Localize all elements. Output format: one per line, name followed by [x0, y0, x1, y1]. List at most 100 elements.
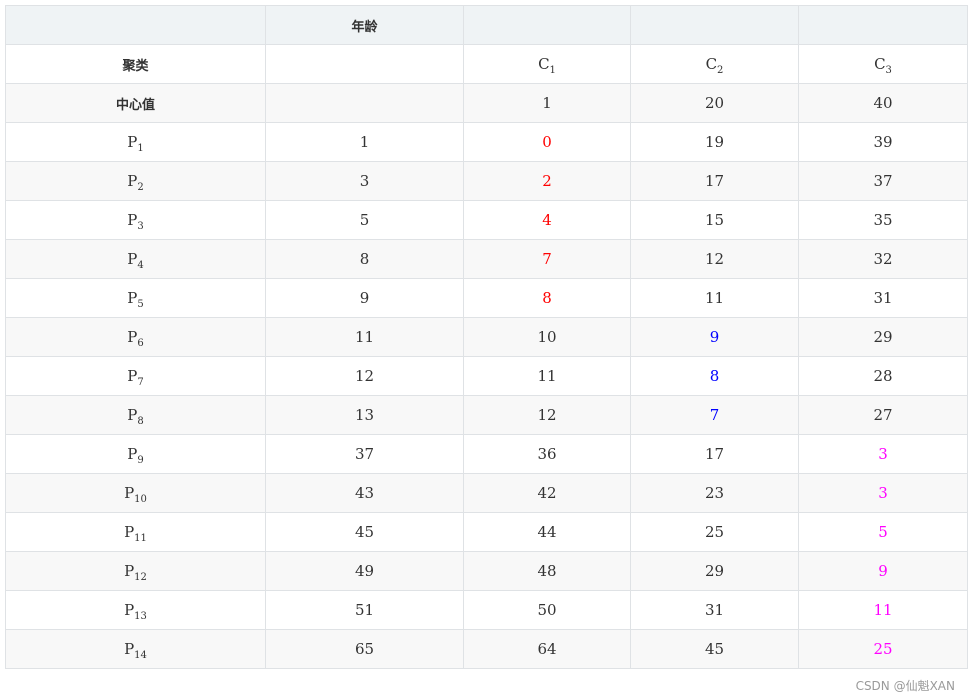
center-cell-c2: 20 — [630, 83, 799, 123]
distance-cell-c3: 32 — [798, 239, 968, 279]
distance-cell-c2: 23 — [630, 473, 799, 513]
point-label: P4 — [5, 239, 266, 279]
age-cell: 13 — [265, 395, 464, 435]
table-row: P5 9 8 11 31 — [5, 278, 968, 318]
distance-cell-c2: 17 — [630, 161, 799, 201]
age-cell: 37 — [265, 434, 464, 474]
distance-cell-c2: 9 — [630, 317, 799, 357]
distance-cell-c1: 36 — [463, 434, 631, 474]
center-cell-c3: 40 — [798, 83, 968, 123]
age-cell: 49 — [265, 551, 464, 591]
distance-cell-c3: 31 — [798, 278, 968, 318]
age-cell: 8 — [265, 239, 464, 279]
distance-cell-c1: 50 — [463, 590, 631, 630]
table-row: P1 1 0 19 39 — [5, 122, 968, 162]
age-cell: 11 — [265, 317, 464, 357]
distance-cell-c3: 3 — [798, 473, 968, 513]
cluster-cell-c1: C1 — [463, 44, 631, 84]
distance-cell-c3: 5 — [798, 512, 968, 552]
point-label: P9 — [5, 434, 266, 474]
distance-cell-c2: 15 — [630, 200, 799, 240]
header-cell-age: 年龄 — [265, 5, 464, 45]
distance-cell-c3: 28 — [798, 356, 968, 396]
age-cell: 1 — [265, 122, 464, 162]
watermark: CSDN @仙魁XAN — [855, 679, 955, 693]
distance-cell-c3: 35 — [798, 200, 968, 240]
cluster-cell — [265, 44, 464, 84]
header-cell — [798, 5, 968, 45]
distance-cell-c1: 42 — [463, 473, 631, 513]
cluster-cell-c3: C3 — [798, 44, 968, 84]
point-label: P11 — [5, 512, 266, 552]
point-label: P12 — [5, 551, 266, 591]
age-cell: 65 — [265, 629, 464, 669]
distance-cell-c1: 0 — [463, 122, 631, 162]
distance-cell-c2: 31 — [630, 590, 799, 630]
distance-cell-c1: 4 — [463, 200, 631, 240]
distance-cell-c2: 7 — [630, 395, 799, 435]
header-cell — [5, 5, 266, 45]
distance-cell-c2: 17 — [630, 434, 799, 474]
distance-cell-c3: 27 — [798, 395, 968, 435]
center-label: 中心值 — [5, 83, 266, 123]
age-cell: 3 — [265, 161, 464, 201]
table-row: P7 12 11 8 28 — [5, 356, 968, 396]
table-row: P11 45 44 25 5 — [5, 512, 968, 552]
point-label: P5 — [5, 278, 266, 318]
table-body: 年龄 聚类 C1 C2 C3 中心值 1 20 40 P1 1 0 19 39 P2 3 2 1… — [5, 5, 968, 669]
distance-cell-c2: 12 — [630, 239, 799, 279]
distance-cell-c1: 44 — [463, 512, 631, 552]
distance-cell-c2: 8 — [630, 356, 799, 396]
distance-cell-c1: 2 — [463, 161, 631, 201]
age-cell: 45 — [265, 512, 464, 552]
distance-cell-c3: 9 — [798, 551, 968, 591]
distance-cell-c3: 39 — [798, 122, 968, 162]
age-cell: 9 — [265, 278, 464, 318]
table-row: P2 3 2 17 37 — [5, 161, 968, 201]
header-cell — [463, 5, 631, 45]
point-label: P1 — [5, 122, 266, 162]
age-cell: 12 — [265, 356, 464, 396]
age-cell: 43 — [265, 473, 464, 513]
point-label: P14 — [5, 629, 266, 669]
distance-cell-c1: 64 — [463, 629, 631, 669]
table-row: P10 43 42 23 3 — [5, 473, 968, 513]
distance-cell-c2: 29 — [630, 551, 799, 591]
distance-cell-c1: 11 — [463, 356, 631, 396]
header-row: 年龄 — [5, 5, 968, 45]
distance-cell-c3: 3 — [798, 434, 968, 474]
center-cell — [265, 83, 464, 123]
point-label: P7 — [5, 356, 266, 396]
point-label: P3 — [5, 200, 266, 240]
center-cell-c1: 1 — [463, 83, 631, 123]
distance-cell-c1: 48 — [463, 551, 631, 591]
distance-cell-c1: 8 — [463, 278, 631, 318]
distance-cell-c3: 25 — [798, 629, 968, 669]
distance-cell-c2: 25 — [630, 512, 799, 552]
distance-cell-c3: 37 — [798, 161, 968, 201]
cluster-label: 聚类 — [5, 44, 266, 84]
point-label: P6 — [5, 317, 266, 357]
cluster-cell-c2: C2 — [630, 44, 799, 84]
table-row: P12 49 48 29 9 — [5, 551, 968, 591]
distance-cell-c3: 11 — [798, 590, 968, 630]
distance-cell-c2: 19 — [630, 122, 799, 162]
center-row: 中心值 1 20 40 — [5, 83, 968, 123]
table-row: P8 13 12 7 27 — [5, 395, 968, 435]
table-row: P3 5 4 15 35 — [5, 200, 968, 240]
point-label: P13 — [5, 590, 266, 630]
distance-cell-c2: 45 — [630, 629, 799, 669]
table-row: P14 65 64 45 25 — [5, 629, 968, 669]
distance-cell-c2: 11 — [630, 278, 799, 318]
kmeans-table: 年龄 聚类 C1 C2 C3 中心值 1 20 40 P1 1 0 19 39 P2 3 2 1… — [5, 5, 968, 669]
age-cell: 51 — [265, 590, 464, 630]
point-label: P8 — [5, 395, 266, 435]
point-label: P2 — [5, 161, 266, 201]
table-row: P13 51 50 31 11 — [5, 590, 968, 630]
distance-cell-c1: 10 — [463, 317, 631, 357]
table-row: P9 37 36 17 3 — [5, 434, 968, 474]
age-cell: 5 — [265, 200, 464, 240]
distance-cell-c3: 29 — [798, 317, 968, 357]
distance-cell-c1: 7 — [463, 239, 631, 279]
table-row: P6 11 10 9 29 — [5, 317, 968, 357]
